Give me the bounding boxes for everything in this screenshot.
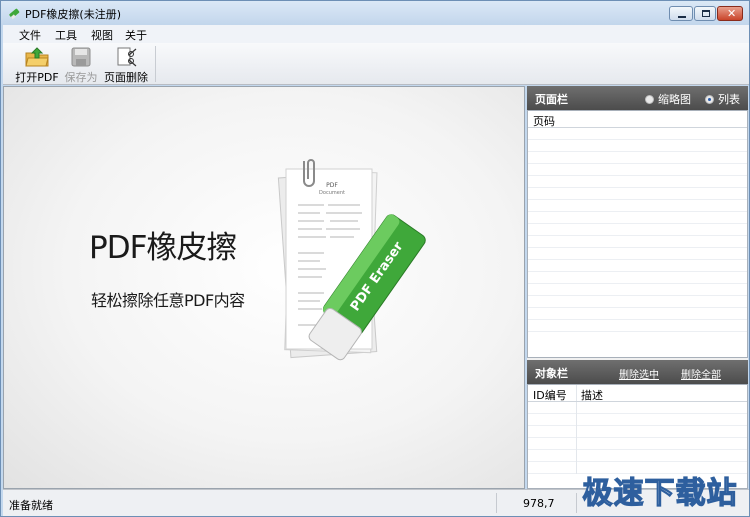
- empty-row: [528, 128, 747, 140]
- empty-row: [528, 164, 747, 176]
- status-text: 准备就绪: [9, 499, 53, 512]
- empty-row: [528, 438, 747, 450]
- empty-row: [528, 296, 747, 308]
- empty-row: [528, 450, 747, 462]
- delete-page-label: 页面删除: [104, 71, 148, 84]
- empty-row: [528, 188, 747, 200]
- empty-row: [528, 200, 747, 212]
- empty-row: [528, 224, 747, 236]
- empty-row: [528, 272, 747, 284]
- title-bar[interactable]: PDF橡皮擦(未注册) ✕: [1, 1, 749, 25]
- open-pdf-button[interactable]: 打开PDF: [15, 45, 59, 84]
- objects-list-rows: [528, 402, 747, 474]
- toolbar-separator: [155, 46, 156, 82]
- empty-row: [528, 320, 747, 332]
- app-window: PDF橡皮擦(未注册) ✕ 文件 工具 视图 关于 打开PDF 保存为 页面删除…: [0, 0, 750, 517]
- cursor-coordinates: 978,7: [523, 497, 555, 510]
- id-column-header[interactable]: ID编号: [533, 387, 567, 403]
- delete-all-link[interactable]: 删除全部: [681, 366, 721, 381]
- radio-selected-icon: [705, 95, 714, 104]
- empty-row: [528, 260, 747, 272]
- objects-panel-header: 对象栏 删除选中 删除全部: [527, 360, 748, 384]
- menu-view[interactable]: 视图: [91, 27, 113, 43]
- empty-row: [528, 402, 747, 414]
- delete-page-button[interactable]: 页面删除: [103, 45, 149, 84]
- doc-title-2: Document: [319, 190, 345, 196]
- save-as-button[interactable]: 保存为: [61, 45, 101, 84]
- pages-list-rows: [528, 128, 747, 332]
- menu-bar: 文件 工具 视图 关于: [3, 25, 749, 43]
- minimize-icon: [678, 16, 686, 18]
- column-divider[interactable]: [576, 385, 577, 401]
- folder-open-icon: [25, 47, 49, 67]
- empty-row: [528, 426, 747, 438]
- watermark-text: 极速下载站: [583, 476, 738, 511]
- app-eraser-icon: [9, 8, 20, 20]
- list-radio[interactable]: 列表: [705, 91, 740, 107]
- menu-about[interactable]: 关于: [125, 27, 147, 43]
- empty-row: [528, 236, 747, 248]
- close-button[interactable]: ✕: [717, 6, 743, 21]
- doc-title-1: PDF: [326, 182, 338, 189]
- empty-row: [528, 176, 747, 188]
- pages-list[interactable]: 页码: [527, 110, 748, 358]
- objects-list-header: ID编号 描述: [528, 385, 747, 402]
- page-number-column-header[interactable]: 页码: [533, 113, 555, 129]
- minimize-button[interactable]: [669, 6, 693, 21]
- open-pdf-label: 打开PDF: [15, 71, 59, 84]
- status-separator: [496, 493, 497, 513]
- empty-row: [528, 152, 747, 164]
- toolbar: 打开PDF 保存为 页面删除: [3, 43, 749, 85]
- right-sidebar: 页面栏 缩略图 列表 页码 对象栏 删除选中 删除全部 ID编号 描述: [527, 86, 748, 489]
- column-divider: [576, 402, 577, 474]
- pages-list-header: 页码: [528, 111, 747, 128]
- empty-row: [528, 308, 747, 320]
- menu-file[interactable]: 文件: [19, 27, 41, 43]
- site-watermark: 极速下载站: [582, 475, 738, 511]
- save-disk-icon: [71, 47, 91, 67]
- menu-tools[interactable]: 工具: [55, 27, 77, 43]
- delete-selected-link[interactable]: 删除选中: [619, 366, 659, 381]
- pages-panel-header: 页面栏 缩略图 列表: [527, 86, 748, 110]
- empty-row: [528, 284, 747, 296]
- description-column-header[interactable]: 描述: [581, 387, 603, 403]
- page-scissors-icon: [117, 47, 137, 67]
- save-as-label: 保存为: [64, 71, 98, 84]
- empty-row: [528, 414, 747, 426]
- document-canvas[interactable]: PDF橡皮擦 轻松擦除任意PDF内容 PDF Document PDF Eras…: [3, 86, 525, 489]
- empty-row: [528, 140, 747, 152]
- empty-row: [528, 248, 747, 260]
- hero-subtitle: 轻松擦除任意PDF内容: [91, 291, 245, 310]
- hero-title: PDF橡皮擦: [89, 230, 237, 266]
- pages-panel-title: 页面栏: [535, 93, 568, 106]
- thumbnail-radio-label: 缩略图: [658, 93, 691, 106]
- thumbnail-radio[interactable]: 缩略图: [645, 91, 691, 107]
- empty-row: [528, 212, 747, 224]
- pdf-eraser-illustration: PDF Document PDF Eraser: [277, 159, 426, 361]
- close-icon: ✕: [727, 7, 737, 20]
- maximize-button[interactable]: [694, 6, 716, 21]
- maximize-icon: [702, 10, 710, 17]
- list-radio-label: 列表: [718, 93, 740, 106]
- radio-icon: [645, 95, 654, 104]
- window-title: PDF橡皮擦(未注册): [25, 8, 122, 21]
- objects-panel-title: 对象栏: [535, 367, 568, 380]
